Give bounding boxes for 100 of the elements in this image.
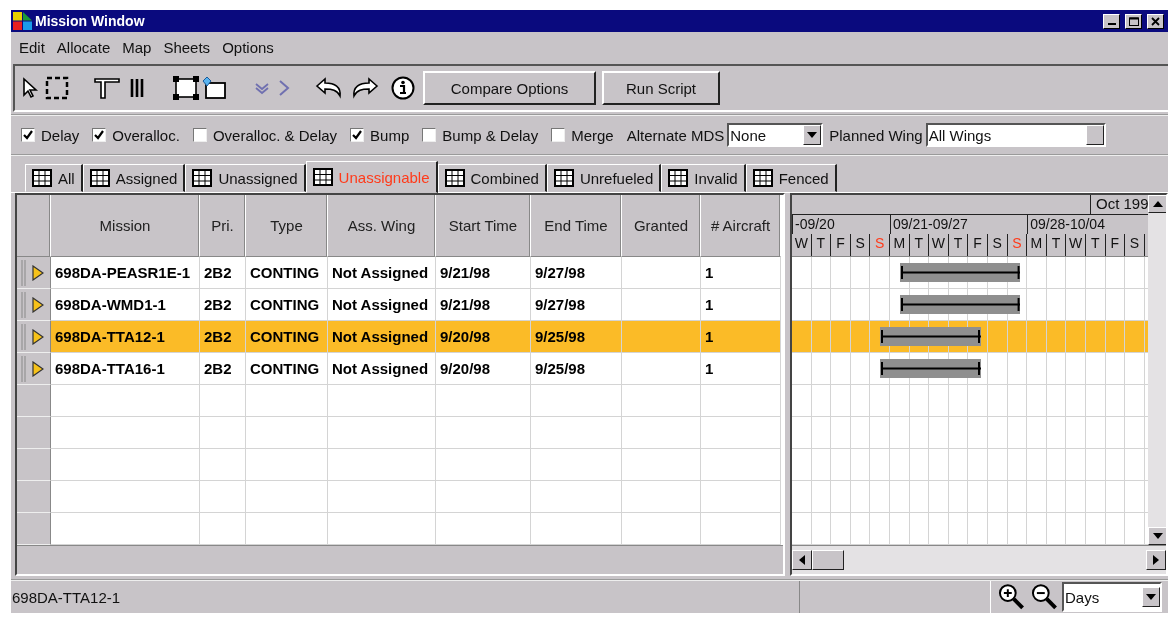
menu-item[interactable]: Sheets	[157, 38, 217, 56]
maximize-button[interactable]	[1125, 13, 1142, 29]
menu-item[interactable]: Edit	[13, 38, 51, 56]
t-tool-icon[interactable]	[93, 76, 121, 100]
tab[interactable]: Combined	[437, 164, 547, 192]
column-header[interactable]: Start Time	[436, 195, 531, 257]
day-label: T	[1085, 234, 1106, 256]
day-label: S	[1125, 234, 1145, 256]
table-cell: 9/21/98	[436, 257, 531, 289]
columns-icon[interactable]	[129, 77, 145, 99]
table-cell: 9/20/98	[436, 321, 531, 353]
pointer-icon[interactable]	[21, 77, 39, 99]
table-cell: CONTING	[246, 257, 328, 289]
column-header[interactable]: Granted	[622, 195, 701, 257]
column-header[interactable]: End Time	[531, 195, 622, 257]
scale-dropdown[interactable]: Days	[1062, 582, 1162, 612]
down-arrow-icon	[1152, 533, 1163, 539]
menu-item[interactable]: Allocate	[50, 38, 117, 56]
row-header[interactable]	[17, 353, 51, 385]
minimize-icon	[1107, 23, 1116, 25]
table-cell	[200, 385, 246, 417]
toolbar-button[interactable]: Compare Options	[423, 71, 596, 105]
row-header[interactable]	[17, 449, 51, 481]
table-cell: CONTING	[246, 289, 328, 321]
frame-icon[interactable]	[173, 76, 199, 100]
window-title: Mission Window	[35, 13, 146, 29]
grip-icon	[21, 259, 26, 286]
checkbox[interactable]	[21, 128, 35, 142]
info-icon[interactable]	[391, 76, 415, 100]
table-cell: 2B2	[200, 289, 246, 321]
checkbox-label: Bump	[370, 126, 410, 144]
row-header[interactable]	[17, 513, 51, 545]
undo-icon[interactable]	[315, 77, 343, 99]
day-label: S	[1007, 234, 1028, 256]
play-icon	[32, 296, 44, 313]
table-cell: 1	[701, 353, 781, 385]
checkbox[interactable]	[192, 128, 207, 142]
table-cell: 698DA-WMD1-1	[51, 289, 200, 321]
vertical-scrollbar[interactable]	[1148, 195, 1166, 545]
duration-bar[interactable]	[880, 359, 982, 378]
horizontal-scrollbar[interactable]	[792, 545, 1166, 574]
row-header[interactable]	[17, 481, 51, 513]
tab[interactable]: Unassigned	[185, 164, 306, 192]
menu-item[interactable]: Map	[116, 38, 158, 56]
grid-icon	[32, 169, 52, 187]
table-cell: Not Assigned	[328, 257, 436, 289]
table-cell: Not Assigned	[328, 289, 436, 321]
grid-icon	[752, 169, 773, 187]
column-header[interactable]: Type	[246, 195, 328, 257]
table-cell: 2B2	[200, 353, 246, 385]
day-label: T	[909, 234, 930, 256]
grid-icon	[444, 169, 465, 187]
duration-bar[interactable]	[899, 263, 1021, 282]
day-label: W	[792, 234, 812, 256]
selection-icon[interactable]	[45, 76, 69, 100]
play-icon	[32, 264, 44, 281]
checkbox-label: Overalloc. & Delay	[212, 126, 338, 144]
grip-icon	[21, 355, 26, 382]
row-header[interactable]	[17, 289, 51, 321]
menu-item[interactable]: Options	[216, 38, 280, 56]
minimize-button[interactable]	[1103, 13, 1120, 29]
tab[interactable]: All	[25, 164, 83, 192]
status-text: 698DA-TTA12-1	[11, 581, 801, 613]
pin-box-icon[interactable]	[201, 76, 227, 100]
mds-dropdown[interactable]: None	[727, 123, 824, 147]
zoom-in-icon[interactable]	[996, 582, 1027, 612]
grid-icon	[553, 169, 574, 187]
close-button[interactable]	[1147, 13, 1164, 29]
toolbar-button[interactable]: Run Script	[602, 71, 720, 105]
redo-icon[interactable]	[351, 77, 379, 99]
row-header[interactable]	[17, 417, 51, 449]
scroll-thumb[interactable]	[812, 550, 844, 570]
column-header[interactable]: Mission	[51, 195, 200, 257]
tab[interactable]: Fenced	[745, 164, 837, 192]
row-header[interactable]	[17, 321, 51, 353]
column-header[interactable]: Ass. Wing	[328, 195, 436, 257]
down-arrow-icon	[1146, 594, 1156, 600]
checkbox[interactable]	[422, 128, 437, 142]
table-cell	[200, 449, 246, 481]
row-header[interactable]	[17, 257, 51, 289]
day-label: T	[948, 234, 969, 256]
day-label: S	[850, 234, 871, 256]
chevron-right-icon[interactable]	[277, 78, 291, 98]
row-header[interactable]	[17, 385, 51, 417]
checkbox[interactable]	[350, 128, 365, 142]
checkbox[interactable]	[551, 128, 566, 142]
tab[interactable]: Invalid	[661, 164, 746, 192]
tab[interactable]: Assigned	[82, 164, 186, 192]
column-header[interactable]: # Aircraft	[701, 195, 781, 257]
checkbox-label: Bump & Delay	[442, 126, 539, 144]
column-header[interactable]: Pri.	[200, 195, 246, 257]
table-cell: CONTING	[246, 321, 328, 353]
day-label: S	[870, 234, 890, 256]
duration-bar[interactable]	[880, 327, 982, 346]
wing-field[interactable]: All Wings	[925, 123, 1106, 147]
duration-bar[interactable]	[899, 295, 1021, 314]
checkbox-label: Merge	[571, 126, 614, 144]
tab[interactable]: Unrefueled	[546, 164, 662, 192]
checkbox[interactable]	[92, 128, 107, 142]
zoom-out-icon[interactable]	[1030, 582, 1060, 612]
